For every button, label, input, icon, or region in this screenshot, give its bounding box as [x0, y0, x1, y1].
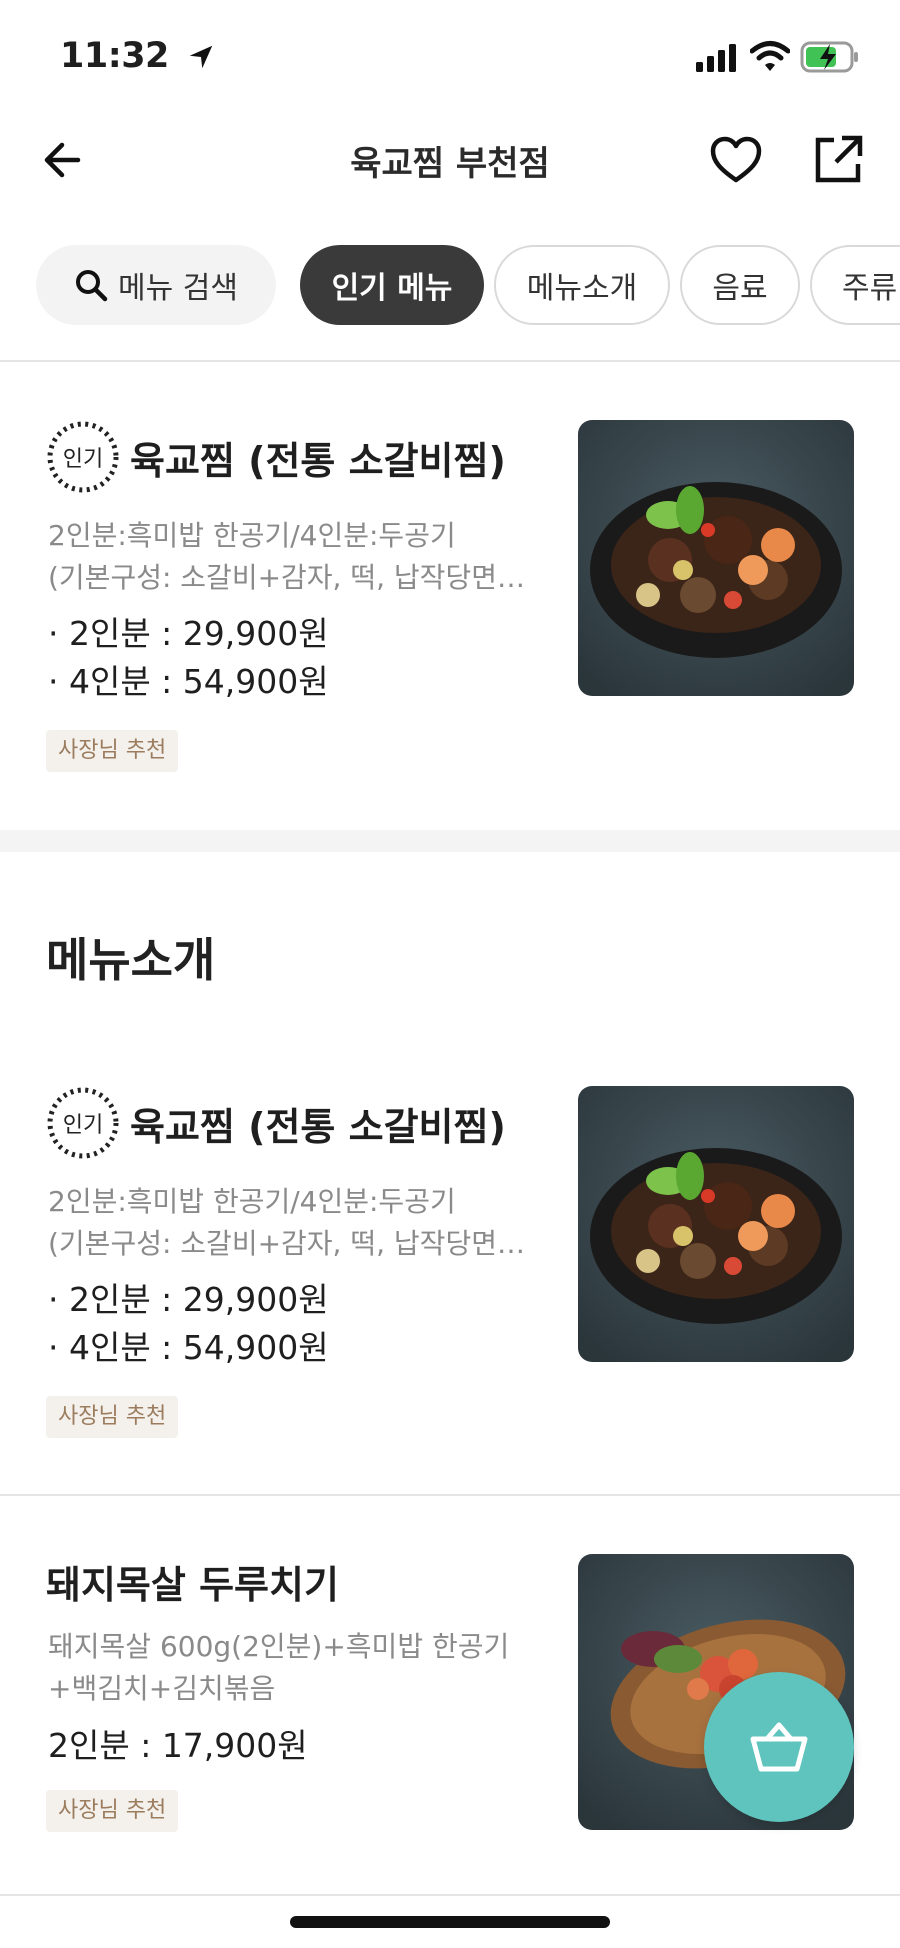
menu-item-popular[interactable]: 인기 육교찜 (전통 소갈비찜) 2인분:흑미밥 한공기/4인분:두공기 (기본…: [0, 420, 900, 800]
header-bar: 육교찜 부천점: [0, 110, 900, 210]
item-description: 돼지목살 600g(2인분)+흑미밥 한공기 +백김치+김치볶음: [48, 1626, 548, 1710]
item-name: 돼지목살 두루치기: [46, 1563, 339, 1607]
item-price: 2인분 : 17,900원: [48, 1726, 308, 1765]
location-arrow-icon: [189, 45, 213, 69]
search-icon: [76, 270, 108, 302]
item-name: 육교찜 (전통 소갈비찜): [130, 1104, 506, 1149]
share-icon[interactable]: [810, 132, 866, 188]
item-description: 2인분:흑미밥 한공기/4인분:두공기 (기본구성: 소갈비+감자, 떡, 납작…: [48, 515, 548, 599]
page-title: 육교찜 부천점: [350, 144, 550, 184]
item-name-row: 인기 육교찜 (전통 소갈비찜): [46, 420, 506, 494]
item-name: 육교찜 (전통 소갈비찜): [130, 438, 506, 483]
item-name-row: 인기 육교찜 (전통 소갈비찜): [46, 1086, 506, 1160]
item-description-line: 2인분:흑미밥 한공기/4인분:두공기: [48, 519, 456, 552]
menu-search-button[interactable]: 메뉴 검색: [36, 245, 276, 325]
divider: [0, 360, 900, 362]
popular-badge-text: 인기: [63, 1113, 103, 1138]
divider: [0, 1494, 900, 1496]
item-description-line: (기본구성: 소갈비+감자, 떡, 납작당면…: [48, 561, 525, 594]
item-price: · 2인분 : 29,900원: [48, 1280, 329, 1319]
item-price: · 2인분 : 29,900원: [48, 614, 329, 653]
tab-alcohol[interactable]: 주류: [810, 245, 900, 325]
item-description: 2인분:흑미밥 한공기/4인분:두공기 (기본구성: 소갈비+감자, 떡, 납작…: [48, 1181, 548, 1265]
wifi-icon: [750, 41, 790, 71]
popular-badge-text: 인기: [63, 447, 103, 472]
tab-menu-intro[interactable]: 메뉴소개: [494, 245, 670, 325]
galbi-jjim-photo: [578, 420, 854, 696]
item-description-line: +백김치+김치볶음: [48, 1672, 276, 1705]
battery-icon: [800, 41, 858, 73]
owner-recommend-tag: 사장님 추천: [46, 730, 179, 772]
popular-badge-icon: 인기: [47, 421, 119, 493]
section-gap: [0, 830, 900, 852]
tab-popular-menu[interactable]: 인기 메뉴: [300, 245, 484, 325]
category-tab-bar: 메뉴 검색 인기 메뉴 메뉴소개 음료 주류: [0, 240, 900, 330]
item-price: · 4인분 : 54,900원: [48, 662, 329, 701]
item-description-line: 돼지목살 600g(2인분)+흑미밥 한공기: [48, 1630, 510, 1663]
tab-drinks[interactable]: 음료: [680, 245, 800, 325]
section-title-menu-intro: 메뉴소개: [46, 933, 216, 987]
menu-item-galbi-jjim[interactable]: 인기 육교찜 (전통 소갈비찜) 2인분:흑미밥 한공기/4인분:두공기 (기본…: [0, 1086, 900, 1466]
item-name-row: 돼지목살 두루치기: [46, 1554, 339, 1609]
item-description-line: (기본구성: 소갈비+감자, 떡, 납작당면…: [48, 1227, 525, 1260]
divider: [0, 1894, 900, 1896]
cart-basket-icon: [750, 1722, 808, 1772]
owner-recommend-tag: 사장님 추천: [46, 1396, 179, 1438]
signal-icon: [696, 44, 736, 72]
home-indicator[interactable]: [290, 1916, 610, 1928]
popular-badge-icon: 인기: [47, 1087, 119, 1159]
item-price: · 4인분 : 54,900원: [48, 1328, 329, 1367]
heart-icon[interactable]: [708, 132, 764, 188]
status-time: 11:32: [60, 36, 169, 76]
item-description-line: 2인분:흑미밥 한공기/4인분:두공기: [48, 1185, 456, 1218]
menu-search-label: 메뉴 검색: [118, 271, 238, 306]
status-bar: 11:32: [0, 0, 900, 110]
owner-recommend-tag: 사장님 추천: [46, 1790, 179, 1832]
galbi-jjim-photo: [578, 1086, 854, 1362]
cart-button[interactable]: [704, 1672, 854, 1822]
